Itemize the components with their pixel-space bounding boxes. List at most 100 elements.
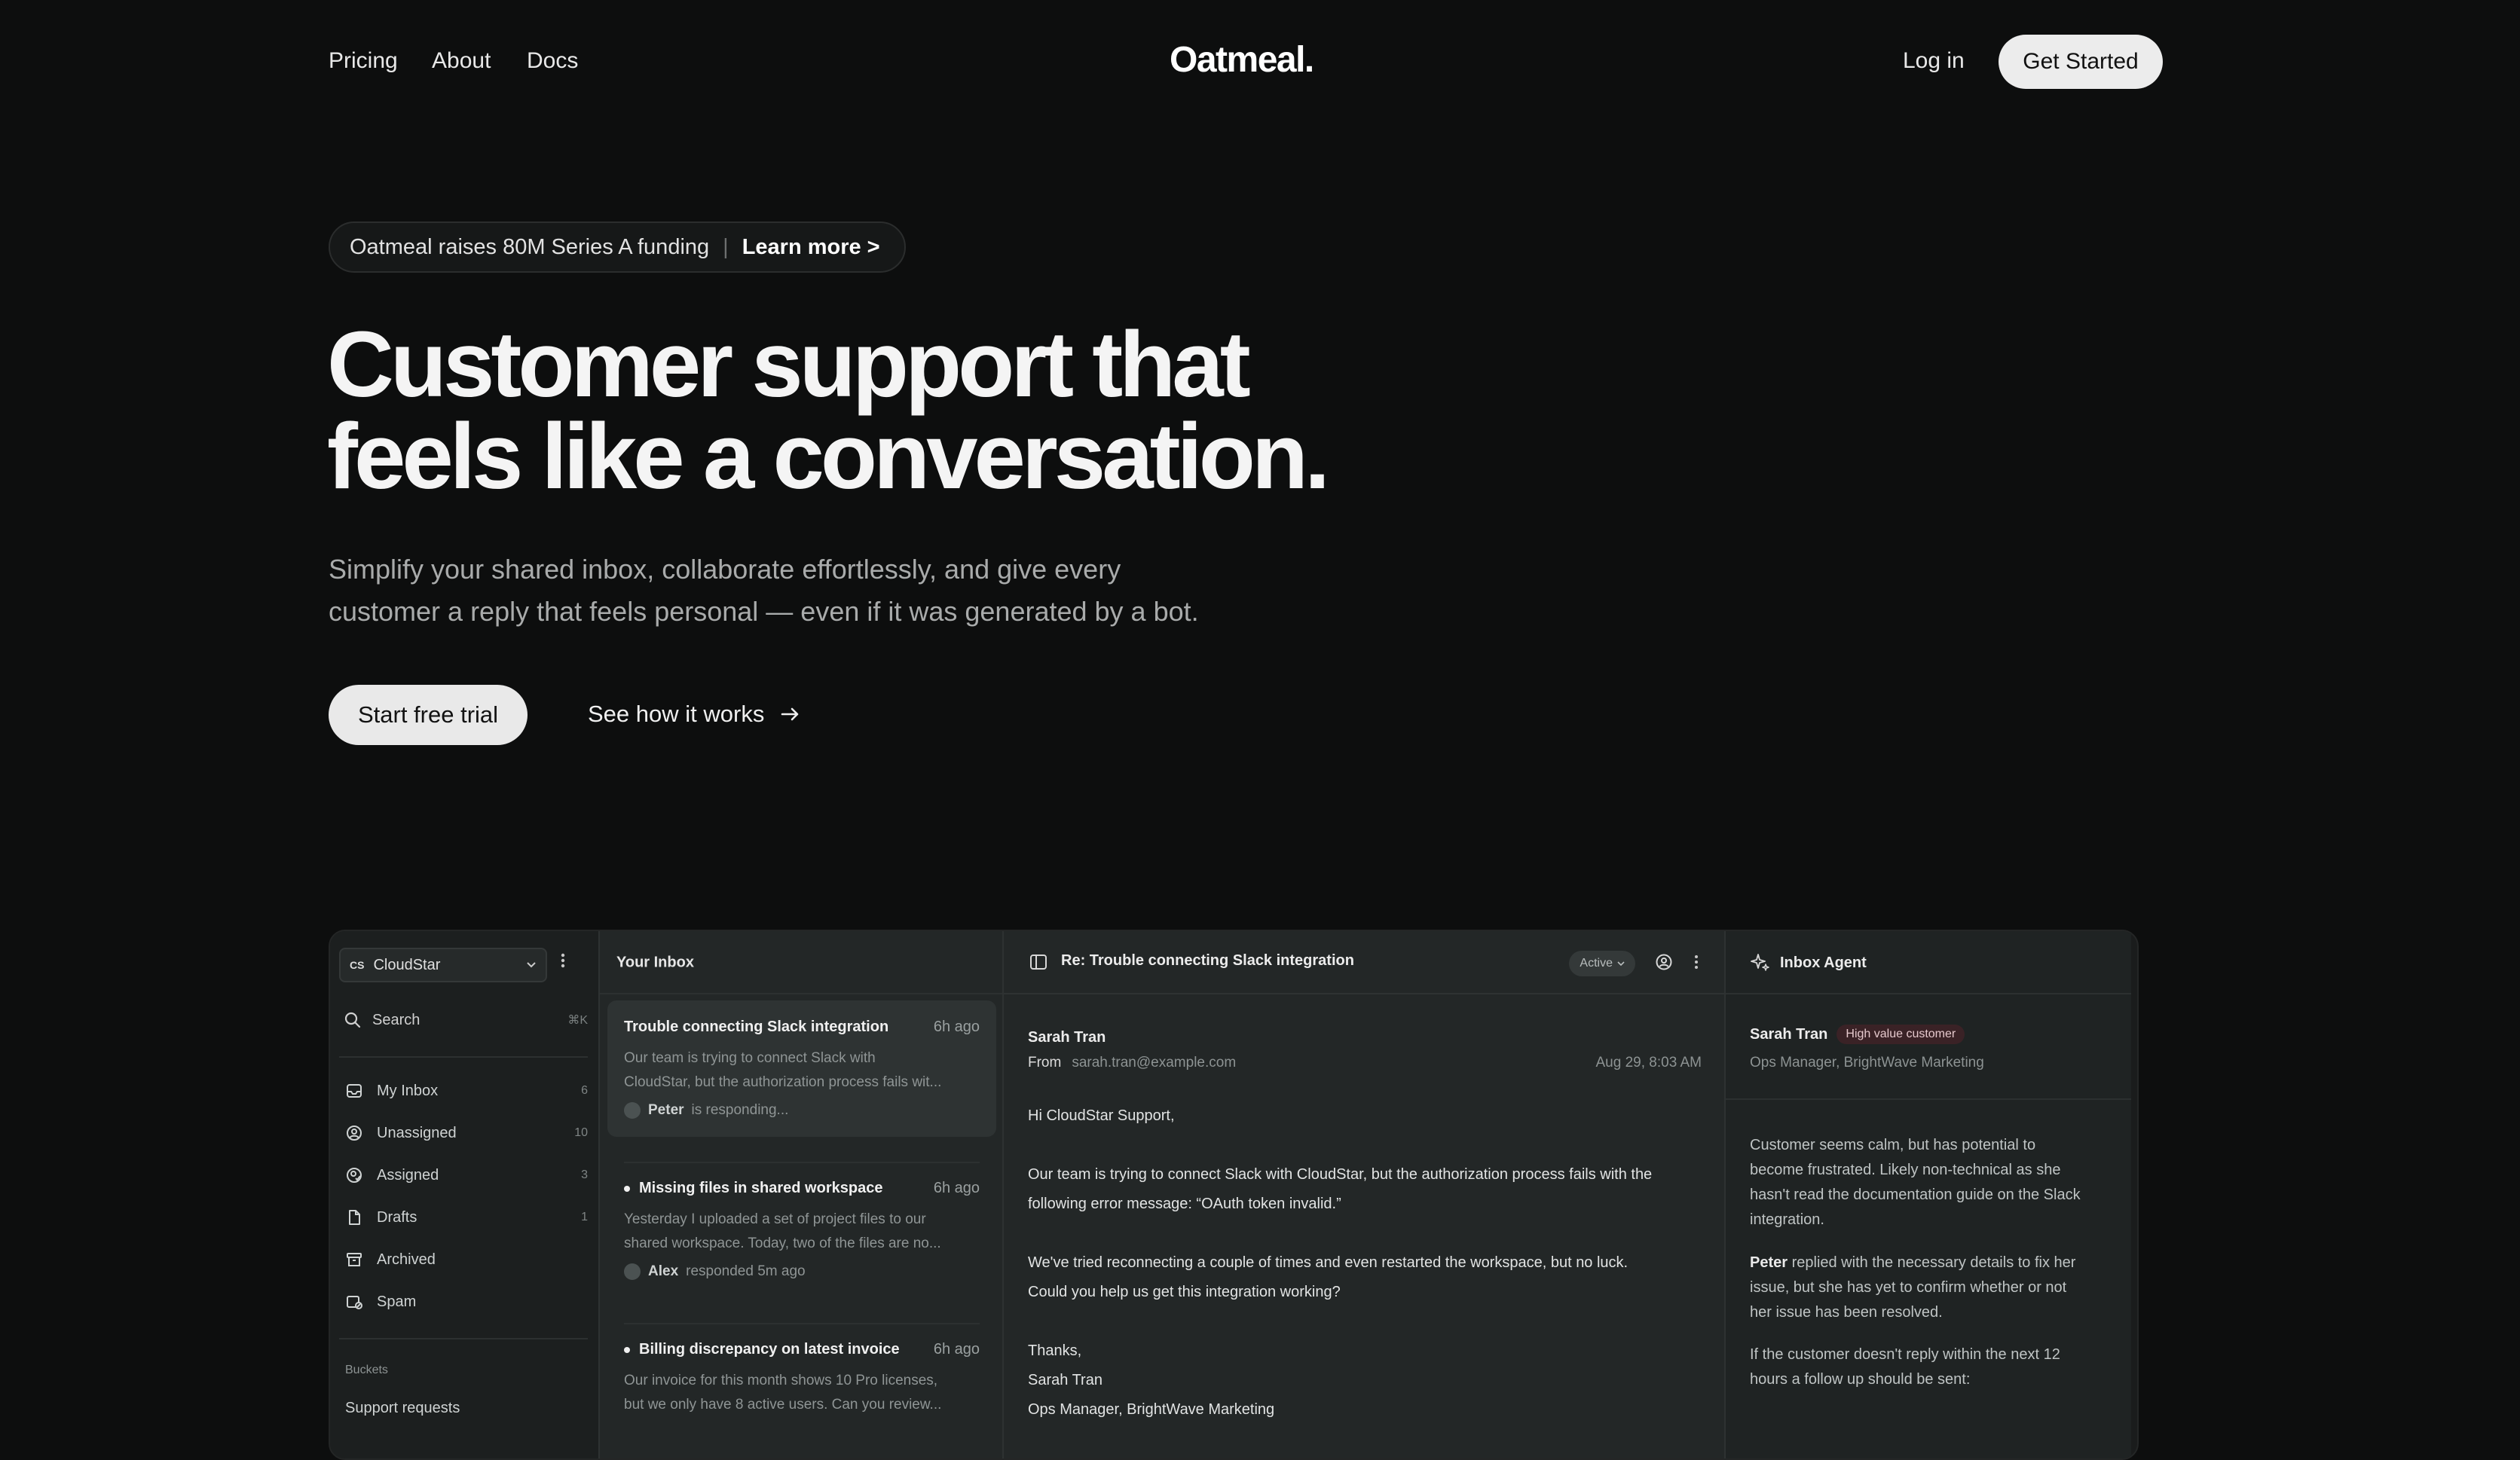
note-line: her issue has been resolved. — [1750, 1304, 1943, 1321]
nav-link-about[interactable]: About — [432, 48, 491, 74]
workspace-switcher[interactable]: CS CloudStar — [339, 948, 547, 982]
inbox-message[interactable]: Trouble connecting Slack integration 6h … — [607, 1000, 996, 1137]
see-how-it-works-label: See how it works — [588, 701, 765, 727]
note-line: integration. — [1750, 1211, 1824, 1228]
customer-header: Sarah Tran High value customer — [1750, 1025, 1965, 1044]
avatar — [624, 1263, 641, 1280]
archive-icon — [347, 1253, 362, 1266]
user-check-icon — [347, 1168, 362, 1183]
login-link[interactable]: Log in — [1903, 48, 1965, 74]
start-free-trial-button[interactable]: Start free trial — [329, 685, 528, 745]
agent-divider — [1726, 1098, 2131, 1100]
see-how-it-works-link[interactable]: See how it works — [588, 701, 800, 728]
sidebar-item-spam[interactable]: Spam — [345, 1293, 588, 1311]
sidebar-item-label: Assigned — [377, 1166, 439, 1184]
buckets-heading: Buckets — [345, 1364, 388, 1376]
note-line: If the customer doesn't reply within the… — [1750, 1346, 2060, 1363]
nav-link-pricing[interactable]: Pricing — [329, 48, 398, 74]
sidebar-item-label: Spam — [377, 1293, 417, 1310]
bucket-item-support-requests[interactable]: Support requests — [345, 1400, 460, 1417]
sidebar-item-unassigned[interactable]: Unassigned 10 — [345, 1124, 588, 1142]
hero-subtitle: Simplify your shared inbox, collaborate … — [329, 548, 1233, 633]
note-line: Customer seems calm, but has potential t… — [1750, 1137, 2036, 1153]
inbox-agent-panel: Inbox Agent Sarah Tran High value custom… — [1724, 931, 2131, 1458]
body-line: following error message: “OAuth token in… — [1028, 1196, 1341, 1212]
message-subject: Billing discrepancy on latest invoice — [639, 1341, 900, 1358]
signature-title: Ops Manager, BrightWave Marketing — [1028, 1401, 1275, 1418]
file-icon — [349, 1210, 360, 1225]
more-options-icon[interactable] — [1694, 954, 1699, 970]
status-badge: Active — [1580, 957, 1613, 970]
app-preview: CS CloudStar Search ⌘K My Inbox 6 Unassi… — [329, 930, 2139, 1460]
agent-header-divider — [1726, 993, 2131, 994]
inbox-icon — [347, 1084, 362, 1098]
message-subject: Missing files in shared workspace — [639, 1180, 883, 1196]
responder-status: responded 5m ago — [686, 1263, 806, 1279]
get-started-button[interactable]: Get Started — [1999, 35, 2163, 89]
agent-note-sentiment: Customer seems calm, but has potential t… — [1750, 1133, 2107, 1232]
responder-name: Peter — [648, 1102, 684, 1118]
logo[interactable]: Oatmeal. — [1170, 39, 1314, 81]
hero-subtitle-line-1: Simplify your shared inbox, collaborate … — [329, 554, 1121, 585]
inbox-title: Your Inbox — [616, 954, 694, 971]
nav-link-docs[interactable]: Docs — [527, 48, 578, 74]
sidebar-item-drafts[interactable]: Drafts 1 — [345, 1208, 588, 1226]
customer-role: Ops Manager, BrightWave Marketing — [1750, 1055, 1984, 1071]
sidebar-item-archived[interactable]: Archived — [345, 1251, 588, 1269]
learn-more-link[interactable]: Learn more > — [742, 235, 880, 260]
sidebar-item-count: 10 — [574, 1126, 588, 1139]
arrow-right-icon — [781, 707, 799, 721]
avatar — [624, 1102, 641, 1119]
announcement-pill[interactable]: Oatmeal raises 80M Series A funding | Le… — [329, 221, 906, 273]
sidebar-item-assigned[interactable]: Assigned 3 — [345, 1166, 588, 1184]
hero-headline-line-2: feels like a conversation. — [327, 405, 1330, 509]
sidebar-item-count: 6 — [581, 1084, 588, 1097]
sidebar-item-label: Unassigned — [377, 1124, 457, 1141]
thread-title: Re: Trouble connecting Slack integration — [1061, 952, 1354, 969]
chevron-down-icon — [1617, 961, 1625, 966]
sidebar-divider — [339, 1056, 588, 1058]
note-person: Peter — [1750, 1254, 1788, 1271]
sender-name: Sarah Tran — [1028, 1029, 1106, 1046]
from-label: From — [1028, 1055, 1062, 1071]
signature-name: Sarah Tran — [1028, 1372, 1102, 1388]
sidebar-item-label: Drafts — [377, 1208, 417, 1226]
message-preview-line-1: Our invoice for this month shows 10 Pro … — [624, 1373, 938, 1388]
inbox-message[interactable]: Billing discrepancy on latest invoice 6h… — [607, 1323, 996, 1435]
note-line: hours a follow up should be sent: — [1750, 1371, 1971, 1388]
customer-tag-badge: High value customer — [1836, 1025, 1965, 1044]
note-line: hasn't read the documentation guide on t… — [1750, 1187, 2081, 1203]
note-line: replied with the necessary details to fi… — [1788, 1254, 2076, 1271]
unread-dot-icon — [624, 1185, 630, 1192]
message-preview-line-1: Yesterday I uploaded a set of project fi… — [624, 1211, 926, 1227]
workspace-name: CloudStar — [373, 956, 441, 973]
sender-from-row: From sarah.tran@example.com — [1028, 1055, 1236, 1071]
thread-header: Re: Trouble connecting Slack integration… — [1004, 931, 1726, 994]
responder-name: Alex — [648, 1263, 679, 1279]
status-dropdown[interactable]: Active — [1569, 951, 1635, 976]
agent-title: Inbox Agent — [1780, 954, 1867, 971]
sidebar-item-my-inbox[interactable]: My Inbox 6 — [345, 1082, 588, 1100]
sender-email[interactable]: sarah.tran@example.com — [1072, 1055, 1236, 1071]
sidebar-search[interactable]: Search ⌘K — [344, 1011, 588, 1029]
thread-panel: Re: Trouble connecting Slack integration… — [1002, 931, 1726, 1458]
announcement-text: Oatmeal raises 80M Series A funding — [350, 234, 710, 259]
app-sidebar: CS CloudStar Search ⌘K My Inbox 6 Unassi… — [330, 931, 598, 1458]
inbox-message[interactable]: Missing files in shared workspace 6h ago… — [607, 1162, 996, 1298]
message-time: 6h ago — [933, 1341, 980, 1358]
spam-icon — [347, 1296, 362, 1309]
sidebar-item-label: My Inbox — [377, 1082, 439, 1099]
note-line: issue, but she has yet to confirm whethe… — [1750, 1279, 2067, 1296]
message-time: 6h ago — [933, 1180, 980, 1196]
body-line: Our team is trying to connect Slack with… — [1028, 1166, 1653, 1183]
user-circle-icon — [347, 1126, 362, 1141]
assign-user-icon[interactable] — [1655, 953, 1673, 971]
search-icon — [344, 1012, 361, 1028]
search-placeholder: Search — [372, 1011, 421, 1028]
hero-subtitle-line-2: customer a reply that feels personal — e… — [329, 596, 1199, 627]
workspace-menu-icon[interactable] — [561, 952, 565, 973]
sidebar-item-count: 1 — [581, 1211, 588, 1223]
sidebar-toggle-icon[interactable] — [1029, 954, 1047, 970]
sidebar-item-label: Archived — [377, 1251, 436, 1268]
body-line: Could you help us get this integration w… — [1028, 1284, 1341, 1300]
